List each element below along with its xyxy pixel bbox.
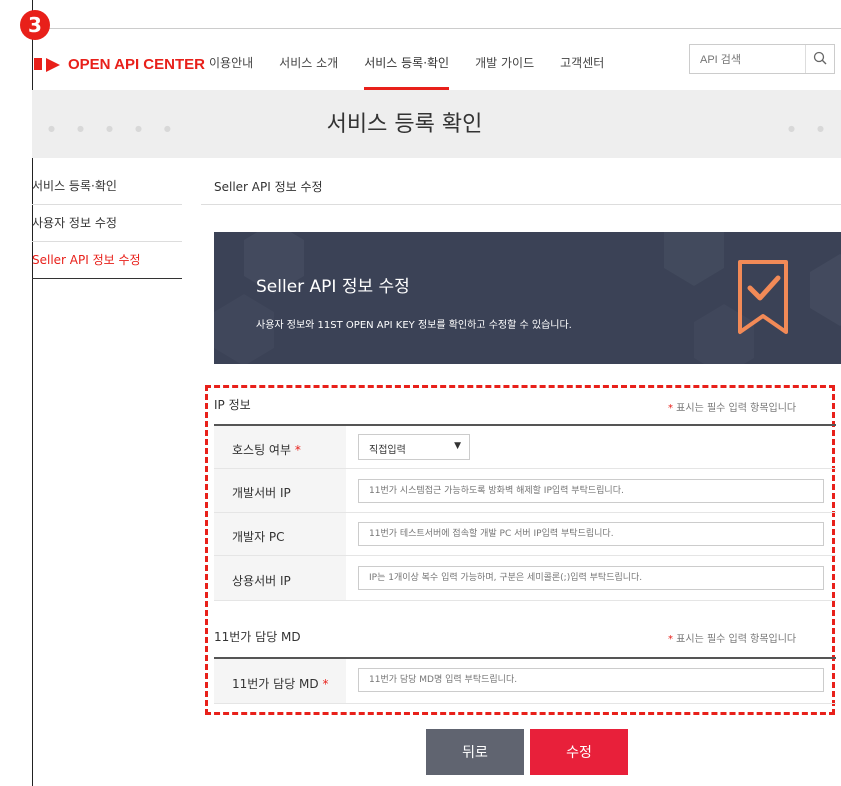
prod-server-ip-input[interactable] (358, 566, 824, 590)
required-note-text: 표시는 필수 입력 항목입니다 (673, 634, 797, 645)
nav-guide[interactable]: 이용안내 (209, 54, 253, 90)
md-name-input[interactable] (358, 668, 824, 692)
edit-button[interactable]: 수정 (530, 729, 628, 775)
back-button[interactable]: 뒤로 (426, 729, 524, 775)
md-row: 11번가 담당 MD * (214, 659, 836, 704)
md-label: 11번가 담당 MD * (214, 659, 346, 703)
search-box (689, 44, 835, 74)
sidebar-item-seller-api[interactable]: Seller API 정보 수정 (32, 242, 182, 279)
hosting-select[interactable]: 직접입력 ▼ (358, 434, 470, 460)
required-note: * 표시는 필수 입력 항목입니다 (668, 399, 796, 414)
nav-service-intro[interactable]: 서비스 소개 (279, 54, 338, 90)
hosting-select-value: 직접입력 (369, 445, 406, 456)
sidebar-item-user-info[interactable]: 사용자 정보 수정 (32, 205, 182, 242)
sidebar: 서비스 등록·확인 사용자 정보 수정 Seller API 정보 수정 (32, 168, 182, 279)
required-star: * (294, 443, 301, 457)
search-input[interactable] (698, 46, 812, 74)
dev-pc-row: 개발자 PC (214, 513, 836, 556)
header-divider (32, 28, 841, 29)
required-star: * (322, 677, 329, 691)
dev-server-label: 개발서버 IP (214, 469, 346, 512)
hosting-label: 호스팅 여부 * (214, 426, 346, 468)
hero-panel: Seller API 정보 수정 사용자 정보와 11ST OPEN API K… (214, 232, 841, 364)
logo[interactable]: OPEN API CENTER (34, 52, 205, 76)
hosting-row: 호스팅 여부 * 직접입력 ▼ (214, 426, 836, 469)
ip-section-title: IP 정보 (214, 398, 251, 412)
md-section-title: 11번가 담당 MD (214, 630, 301, 644)
hosting-label-text: 호스팅 여부 (232, 443, 292, 457)
caret-down-icon: ▼ (454, 441, 461, 451)
step-badge: 3 (20, 10, 50, 40)
divider (201, 204, 841, 205)
section-heading: Seller API 정보 수정 (214, 180, 323, 194)
logo-text: OPEN API CENTER (68, 55, 205, 73)
prod-server-row: 상용서버 IP (214, 556, 836, 601)
sidebar-item-service-register[interactable]: 서비스 등록·확인 (32, 168, 182, 205)
nav-dev-guide[interactable]: 개발 가이드 (475, 54, 534, 90)
md-label-text: 11번가 담당 MD (232, 677, 319, 691)
dev-pc-label: 개발자 PC (214, 513, 346, 555)
page: OPEN API CENTER 3 이용안내 서비스 소개 서비스 등록·확인 … (0, 0, 841, 786)
hero-description: 사용자 정보와 11ST OPEN API KEY 정보를 확인하고 수정할 수… (256, 320, 572, 331)
required-note-text: 표시는 필수 입력 항목입니다 (673, 403, 797, 414)
required-note: * 표시는 필수 입력 항목입니다 (668, 630, 796, 645)
nav-service-register[interactable]: 서비스 등록·확인 (364, 54, 450, 90)
search-button[interactable] (805, 45, 834, 73)
dev-server-ip-input[interactable] (358, 479, 824, 503)
dev-server-row: 개발서버 IP (214, 469, 836, 513)
prod-server-label: 상용서버 IP (214, 556, 346, 600)
nav-support[interactable]: 고객센터 (560, 54, 604, 90)
dev-pc-ip-input[interactable] (358, 522, 824, 546)
logo-icon (34, 54, 68, 74)
hero-title: Seller API 정보 수정 (256, 277, 410, 297)
main-nav: 이용안내 서비스 소개 서비스 등록·확인 개발 가이드 고객센터 (209, 54, 630, 90)
page-title: 서비스 등록 확인 (326, 112, 483, 137)
search-icon (813, 51, 827, 65)
document-check-icon (738, 260, 788, 334)
